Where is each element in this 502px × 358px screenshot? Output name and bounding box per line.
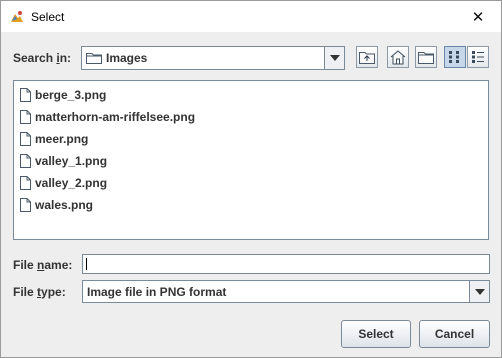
- list-view-icon: [449, 51, 459, 63]
- file-name: wales.png: [35, 198, 94, 212]
- details-view-icon: [472, 51, 484, 63]
- look-in-value: Images: [106, 51, 148, 65]
- file-chooser-dialog: Select ✕ Search in: Images berge_3.png m…: [0, 0, 502, 358]
- title-bar: Select ✕: [1, 1, 501, 32]
- folder-up-icon: [359, 52, 375, 64]
- file-name: berge_3.png: [35, 88, 107, 102]
- file-list[interactable]: berge_3.png matterhorn-am-riffelsee.png …: [13, 80, 489, 240]
- file-icon: [20, 132, 31, 146]
- close-button[interactable]: ✕: [455, 1, 501, 32]
- file-name: valley_1.png: [35, 154, 108, 168]
- file-item[interactable]: valley_1.png: [20, 151, 107, 171]
- window-title: Select: [31, 10, 65, 24]
- file-icon: [20, 88, 31, 102]
- java-app-icon: [11, 11, 23, 22]
- folder-icon: [86, 53, 102, 64]
- file-type-combo[interactable]: Image file in PNG format: [82, 280, 490, 303]
- look-in-combo[interactable]: Images: [81, 46, 345, 70]
- file-name-field[interactable]: [82, 254, 490, 274]
- list-view-button[interactable]: [444, 46, 466, 68]
- file-item[interactable]: meer.png: [20, 129, 88, 149]
- file-type-dropdown-arrow[interactable]: [469, 281, 489, 302]
- chevron-down-icon: [329, 55, 340, 61]
- search-in-label: Search in:: [13, 51, 72, 65]
- file-name: valley_2.png: [35, 176, 108, 190]
- close-icon: ✕: [471, 8, 485, 26]
- file-icon: [20, 176, 31, 190]
- cancel-button[interactable]: Cancel: [419, 320, 490, 348]
- file-type-value: Image file in PNG format: [87, 285, 227, 299]
- file-item[interactable]: matterhorn-am-riffelsee.png: [20, 107, 195, 127]
- look-in-dropdown-arrow[interactable]: [324, 47, 344, 69]
- chevron-down-icon: [474, 288, 485, 295]
- file-icon: [20, 198, 31, 212]
- file-name: matterhorn-am-riffelsee.png: [35, 110, 196, 124]
- file-item[interactable]: berge_3.png: [20, 85, 106, 105]
- file-icon: [20, 110, 31, 124]
- file-name-label: File name:: [13, 258, 73, 272]
- select-button[interactable]: Select: [341, 320, 411, 348]
- file-icon: [20, 154, 31, 168]
- new-folder-button[interactable]: [415, 46, 437, 68]
- file-name: meer.png: [35, 132, 89, 146]
- file-item[interactable]: wales.png: [20, 195, 93, 215]
- new-folder-icon: [418, 52, 434, 64]
- text-caret: [86, 258, 87, 270]
- file-item[interactable]: valley_2.png: [20, 173, 107, 193]
- up-one-level-button[interactable]: [356, 46, 378, 68]
- file-type-label: File type:: [13, 285, 66, 299]
- home-button[interactable]: [387, 46, 409, 68]
- home-icon: [390, 49, 406, 64]
- details-view-button[interactable]: [467, 46, 489, 68]
